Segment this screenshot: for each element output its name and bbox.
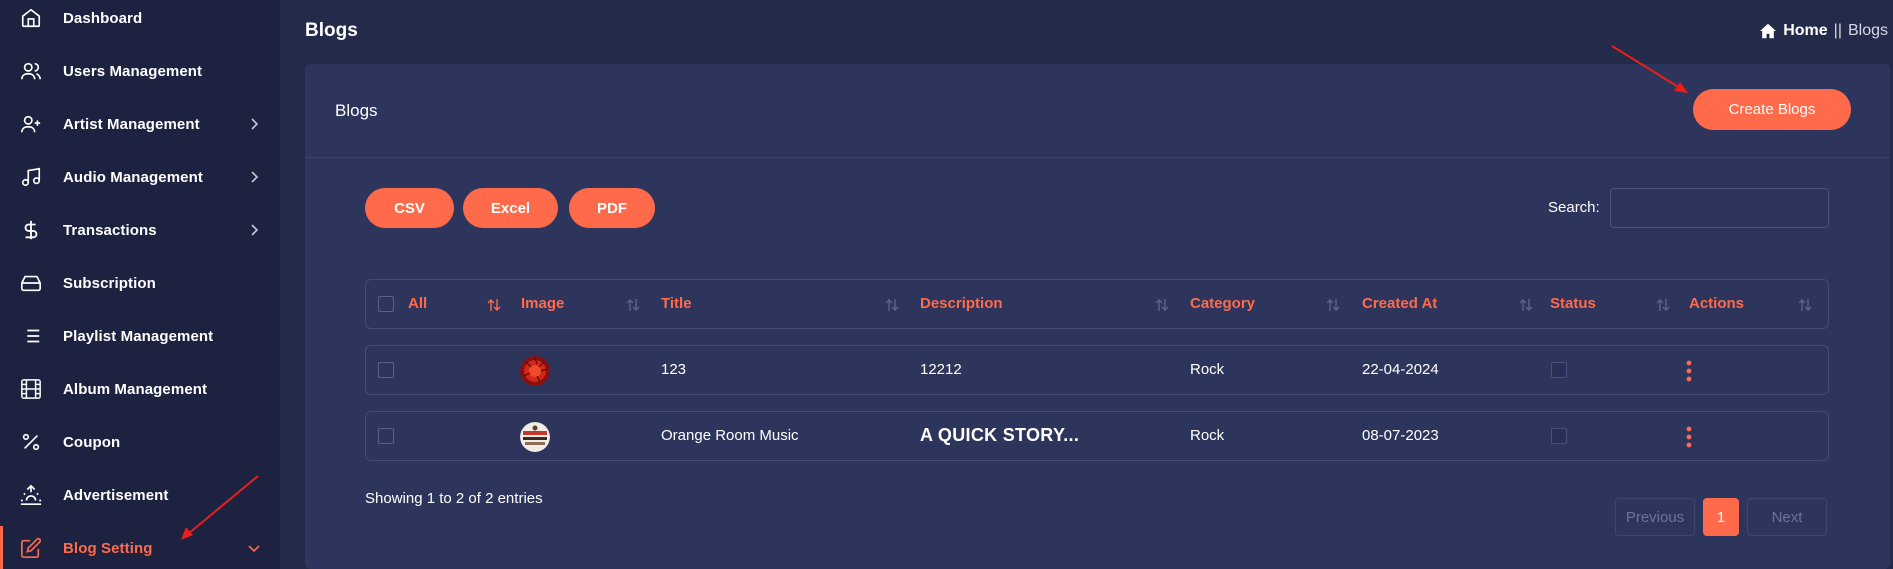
sidebar-item-dashboard[interactable]: Dashboard (0, 0, 280, 40)
sidebar-item-transactions[interactable]: Transactions (0, 208, 280, 252)
card-header: Blogs Create Blogs (305, 64, 1890, 158)
sort-icon[interactable] (1656, 297, 1670, 313)
card-title: Blogs (335, 101, 378, 120)
active-indicator (0, 526, 3, 569)
table-header: All Image Title Description Category Cre… (365, 279, 1829, 329)
column-header-actions[interactable]: Actions (1689, 295, 1744, 312)
breadcrumb-home[interactable]: Home (1783, 22, 1827, 40)
csv-button[interactable]: CSV (365, 188, 454, 228)
sidebar-item-label: Blog Setting (63, 539, 153, 557)
column-header-image[interactable]: Image (521, 295, 564, 312)
status-toggle[interactable] (1551, 428, 1567, 444)
row-title: Orange Room Music (661, 427, 799, 444)
sort-icon[interactable] (1798, 297, 1812, 313)
excel-button[interactable]: Excel (463, 188, 558, 228)
sidebar-item-label: Artist Management (63, 115, 200, 133)
sort-icon[interactable] (487, 297, 501, 313)
column-header-title[interactable]: Title (661, 295, 692, 312)
breadcrumb-current: Blogs (1847, 22, 1888, 39)
blogs-card: Blogs Create Blogs CSV Excel PDF Search:… (305, 64, 1890, 569)
dollar-icon (19, 218, 43, 242)
next-page-button[interactable]: Next (1747, 498, 1827, 536)
sidebar-item-label: Album Management (63, 380, 208, 398)
search-input[interactable] (1610, 188, 1829, 228)
more-vertical-icon[interactable] (1685, 359, 1693, 383)
column-header-description[interactable]: Description (920, 295, 1003, 312)
sort-icon[interactable] (885, 297, 899, 313)
more-vertical-icon[interactable] (1685, 425, 1693, 449)
row-description: 12212 (920, 361, 962, 378)
sidebar-item-label: Playlist Management (63, 327, 214, 345)
row-description: A QUICK STORY... (920, 425, 1080, 445)
row-title: 123 (661, 361, 687, 378)
sidebar-item-subscription[interactable]: Subscription (0, 261, 280, 305)
sidebar-item-playlist-management[interactable]: Playlist Management (0, 314, 280, 358)
breadcrumb: Home || Blogs (1759, 22, 1888, 40)
select-all-checkbox[interactable] (378, 296, 394, 312)
sort-icon[interactable] (1155, 297, 1169, 313)
row-checkbox[interactable] (378, 428, 394, 444)
sidebar-item-coupon[interactable]: Coupon (0, 420, 280, 464)
chevron-right-icon (251, 224, 259, 236)
chevron-right-icon (251, 171, 259, 183)
sort-icon[interactable] (1326, 297, 1340, 313)
sidebar-item-artist-management[interactable]: Artist Management (0, 102, 280, 146)
home-icon (19, 6, 43, 30)
sidebar-item-label: Audio Management (63, 168, 203, 186)
music-note-icon (19, 165, 43, 189)
column-header-category[interactable]: Category (1190, 295, 1255, 312)
column-header-all[interactable]: All (408, 295, 427, 312)
sidebar-item-label: Dashboard (63, 9, 143, 27)
column-header-created-at[interactable]: Created At (1362, 295, 1437, 312)
sort-icon[interactable] (626, 297, 640, 313)
column-header-status[interactable]: Status (1550, 295, 1596, 312)
sidebar: Dashboard Users Management Artist Manage… (0, 0, 280, 569)
percent-icon (19, 430, 43, 454)
table-row: Orange Room Music A QUICK STORY... Rock … (365, 411, 1829, 461)
sidebar-item-advertisement[interactable]: Advertisement (0, 473, 280, 517)
search-label: Search: (1548, 199, 1600, 216)
sunrise-icon (19, 483, 43, 507)
sidebar-item-album-management[interactable]: Album Management (0, 367, 280, 411)
table-row: 123 12212 Rock 22-04-2024 (365, 345, 1829, 395)
users-icon (19, 59, 43, 83)
sidebar-item-audio-management[interactable]: Audio Management (0, 155, 280, 199)
sidebar-item-users-management[interactable]: Users Management (0, 49, 280, 93)
row-checkbox[interactable] (378, 362, 394, 378)
sidebar-item-blog-setting[interactable]: Blog Setting (0, 526, 280, 569)
previous-page-button[interactable]: Previous (1615, 498, 1695, 536)
breadcrumb-separator: || (1833, 22, 1842, 39)
blog-thumbnail (520, 356, 550, 386)
film-icon (19, 377, 43, 401)
pdf-button[interactable]: PDF (569, 188, 655, 228)
edit-icon (19, 536, 43, 560)
blog-thumbnail (520, 422, 550, 452)
home-icon (1760, 23, 1777, 39)
sidebar-item-label: Coupon (63, 433, 121, 451)
hard-drive-icon (19, 271, 43, 295)
sidebar-item-label: Subscription (63, 274, 156, 292)
row-category: Rock (1190, 427, 1225, 444)
sort-icon[interactable] (1519, 297, 1533, 313)
list-icon (19, 324, 43, 348)
entries-info: Showing 1 to 2 of 2 entries (365, 490, 543, 507)
sidebar-item-label: Users Management (63, 62, 203, 80)
row-created-at: 22-04-2024 (1362, 361, 1439, 378)
row-category: Rock (1190, 361, 1225, 378)
sidebar-item-label: Transactions (63, 221, 157, 239)
page-title: Blogs (305, 20, 358, 41)
row-created-at: 08-07-2023 (1362, 427, 1439, 444)
status-toggle[interactable] (1551, 362, 1567, 378)
chevron-down-icon (248, 545, 260, 553)
create-blogs-button[interactable]: Create Blogs (1693, 89, 1851, 130)
chevron-right-icon (251, 118, 259, 130)
user-plus-icon (19, 112, 43, 136)
page-1-button[interactable]: 1 (1703, 498, 1739, 536)
sidebar-item-label: Advertisement (63, 486, 169, 504)
